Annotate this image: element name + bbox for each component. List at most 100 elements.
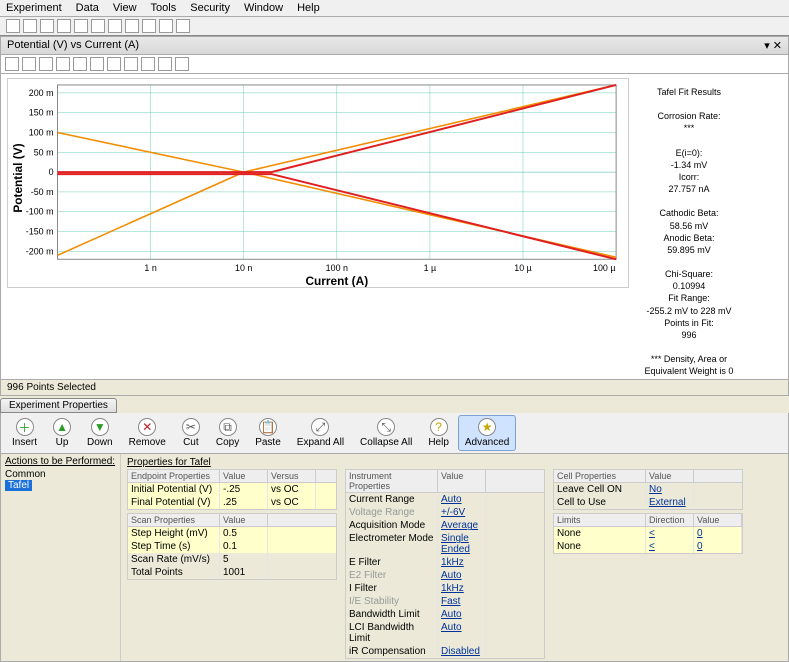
prop-row[interactable]: E2 FilterAuto bbox=[346, 569, 544, 582]
prop-row[interactable]: Final Potential (V).25vs OC bbox=[128, 496, 336, 509]
main-toolbar bbox=[0, 17, 789, 36]
chart-tool-icon[interactable] bbox=[124, 57, 138, 71]
menu-data[interactable]: Data bbox=[76, 2, 99, 14]
props-btn-up[interactable]: ▲Up bbox=[46, 415, 78, 451]
toolbar-icon[interactable] bbox=[74, 19, 88, 33]
toolbar-icon[interactable] bbox=[57, 19, 71, 33]
chart-tool-icon[interactable] bbox=[56, 57, 70, 71]
menu-security[interactable]: Security bbox=[190, 2, 230, 14]
group-scan-properties: Scan PropertiesValueStep Height (mV)0.5S… bbox=[127, 513, 337, 580]
tree-item-tafel[interactable]: Tafel bbox=[5, 480, 32, 491]
menu-tools[interactable]: Tools bbox=[151, 2, 177, 14]
svg-text:50 m: 50 m bbox=[34, 147, 54, 157]
toolbar-icon[interactable] bbox=[125, 19, 139, 33]
chart-tool-icon[interactable] bbox=[90, 57, 104, 71]
props-btn-cut[interactable]: ✂Cut bbox=[175, 415, 207, 451]
chart-tool-icon[interactable] bbox=[5, 57, 19, 71]
props-btn-paste[interactable]: 📋Paste bbox=[248, 415, 288, 451]
menu-window[interactable]: Window bbox=[244, 2, 283, 14]
prop-row[interactable]: Acquisition ModeAverage bbox=[346, 519, 544, 532]
toolbar-icon[interactable] bbox=[40, 19, 54, 33]
svg-text:1 µ: 1 µ bbox=[424, 263, 437, 273]
svg-text:10 µ: 10 µ bbox=[514, 263, 532, 273]
prop-row[interactable]: Leave Cell ONNo bbox=[554, 483, 742, 496]
chart-tool-icon[interactable] bbox=[73, 57, 87, 71]
toolbar-icon[interactable] bbox=[91, 19, 105, 33]
prop-row[interactable]: Electrometer ModeSingle Ended bbox=[346, 532, 544, 556]
chart-tool-icon[interactable] bbox=[22, 57, 36, 71]
prop-row[interactable]: Step Height (mV)0.5 bbox=[128, 527, 336, 540]
props-btn-down[interactable]: ▼Down bbox=[80, 415, 120, 451]
props-btn-insert[interactable]: ＋Insert bbox=[5, 415, 44, 451]
chart-toolbar bbox=[5, 57, 784, 71]
properties-title: Properties for Tafel bbox=[127, 456, 782, 469]
tree-header: Actions to be Performed: bbox=[5, 456, 116, 467]
prop-row[interactable]: None<0 bbox=[554, 527, 742, 540]
props-btn-remove[interactable]: ✕Remove bbox=[122, 415, 173, 451]
prop-row[interactable]: I/E StabilityFast bbox=[346, 595, 544, 608]
prop-row[interactable]: Bandwidth LimitAuto bbox=[346, 608, 544, 621]
svg-text:-50 m: -50 m bbox=[31, 187, 54, 197]
menu-bar: Experiment Data View Tools Security Wind… bbox=[0, 0, 789, 17]
props-btn-expand-all[interactable]: ⤢Expand All bbox=[290, 415, 351, 451]
properties-for-tafel: Properties for Tafel Endpoint Properties… bbox=[121, 454, 788, 661]
svg-text:1 n: 1 n bbox=[144, 263, 156, 273]
svg-text:-100 m: -100 m bbox=[26, 207, 54, 217]
tafel-chart[interactable]: 200 m 150 m 100 m 50 m 0 -50 m -100 m -1… bbox=[7, 78, 629, 288]
toolbar-icon[interactable] bbox=[6, 19, 20, 33]
prop-row[interactable]: Initial Potential (V)-.25vs OC bbox=[128, 483, 336, 496]
toolbar-icon[interactable] bbox=[176, 19, 190, 33]
prop-row[interactable]: iR CompensationDisabled bbox=[346, 645, 544, 658]
svg-text:100 m: 100 m bbox=[29, 127, 54, 137]
prop-row[interactable]: E Filter1kHz bbox=[346, 556, 544, 569]
properties-toolbar: ＋Insert▲Up▼Down✕Remove✂Cut⧉Copy📋Paste⤢Ex… bbox=[1, 413, 788, 454]
group-cell-properties: Cell PropertiesValueLeave Cell ONNoCell … bbox=[553, 469, 743, 510]
toolbar-icon[interactable] bbox=[108, 19, 122, 33]
x-axis-label: Current (A) bbox=[305, 274, 368, 288]
svg-text:200 m: 200 m bbox=[29, 88, 54, 98]
chart-tool-icon[interactable] bbox=[158, 57, 172, 71]
menu-view[interactable]: View bbox=[113, 2, 137, 14]
chart-tool-icon[interactable] bbox=[175, 57, 189, 71]
tab-experiment-properties[interactable]: Experiment Properties bbox=[0, 398, 117, 413]
y-axis-label: Potential (V) bbox=[11, 143, 25, 212]
tree-root[interactable]: Common bbox=[5, 467, 116, 480]
chart-area: 200 m 150 m 100 m 50 m 0 -50 m -100 m -1… bbox=[0, 74, 789, 380]
group-limits: LimitsDirectionValueNone<0None<0 bbox=[553, 513, 743, 554]
props-btn-help[interactable]: ?Help bbox=[421, 415, 456, 451]
prop-row[interactable]: Current RangeAuto bbox=[346, 493, 544, 506]
svg-text:0: 0 bbox=[49, 167, 54, 177]
svg-text:150 m: 150 m bbox=[29, 108, 54, 118]
prop-row[interactable]: I Filter1kHz bbox=[346, 582, 544, 595]
prop-row[interactable]: Cell to UseExternal bbox=[554, 496, 742, 509]
chart-tool-icon[interactable] bbox=[107, 57, 121, 71]
group-endpoint-properties: Endpoint PropertiesValueVersusInitial Po… bbox=[127, 469, 337, 510]
properties-panel: ＋Insert▲Up▼Down✕Remove✂Cut⧉Copy📋Paste⤢Ex… bbox=[0, 413, 789, 662]
chart-tool-icon[interactable] bbox=[39, 57, 53, 71]
props-btn-copy[interactable]: ⧉Copy bbox=[209, 415, 246, 451]
prop-row[interactable]: None<0 bbox=[554, 540, 742, 553]
prop-row[interactable]: Voltage Range+/-6V bbox=[346, 506, 544, 519]
props-btn-collapse-all[interactable]: ⤡Collapse All bbox=[353, 415, 419, 451]
props-btn-advanced[interactable]: ★Advanced bbox=[458, 415, 516, 451]
prop-row[interactable]: Total Points1001 bbox=[128, 566, 336, 579]
chart-tool-icon[interactable] bbox=[141, 57, 155, 71]
points-selected: 996 Points Selected bbox=[0, 380, 789, 396]
tafel-results: Tafel Fit Results Corrosion Rate:*** E(i… bbox=[629, 78, 749, 377]
prop-row[interactable]: Scan Rate (mV/s)5 bbox=[128, 553, 336, 566]
toolbar-icon[interactable] bbox=[23, 19, 37, 33]
chart-panel-close[interactable]: ▾ ✕ bbox=[764, 39, 782, 52]
svg-text:100 n: 100 n bbox=[326, 263, 348, 273]
prop-row[interactable]: LCI Bandwidth LimitAuto bbox=[346, 621, 544, 645]
chart-panel-title: Potential (V) vs Current (A) bbox=[7, 39, 139, 52]
prop-row[interactable]: Step Time (s)0.1 bbox=[128, 540, 336, 553]
menu-experiment[interactable]: Experiment bbox=[6, 2, 62, 14]
chart-panel-header: Potential (V) vs Current (A) ▾ ✕ bbox=[0, 36, 789, 55]
svg-text:-200 m: -200 m bbox=[26, 246, 54, 256]
menu-help[interactable]: Help bbox=[297, 2, 320, 14]
toolbar-icon[interactable] bbox=[142, 19, 156, 33]
svg-text:10 n: 10 n bbox=[235, 263, 252, 273]
toolbar-icon[interactable] bbox=[159, 19, 173, 33]
actions-tree[interactable]: Actions to be Performed: Common Tafel bbox=[1, 454, 121, 661]
svg-text:-150 m: -150 m bbox=[26, 227, 54, 237]
